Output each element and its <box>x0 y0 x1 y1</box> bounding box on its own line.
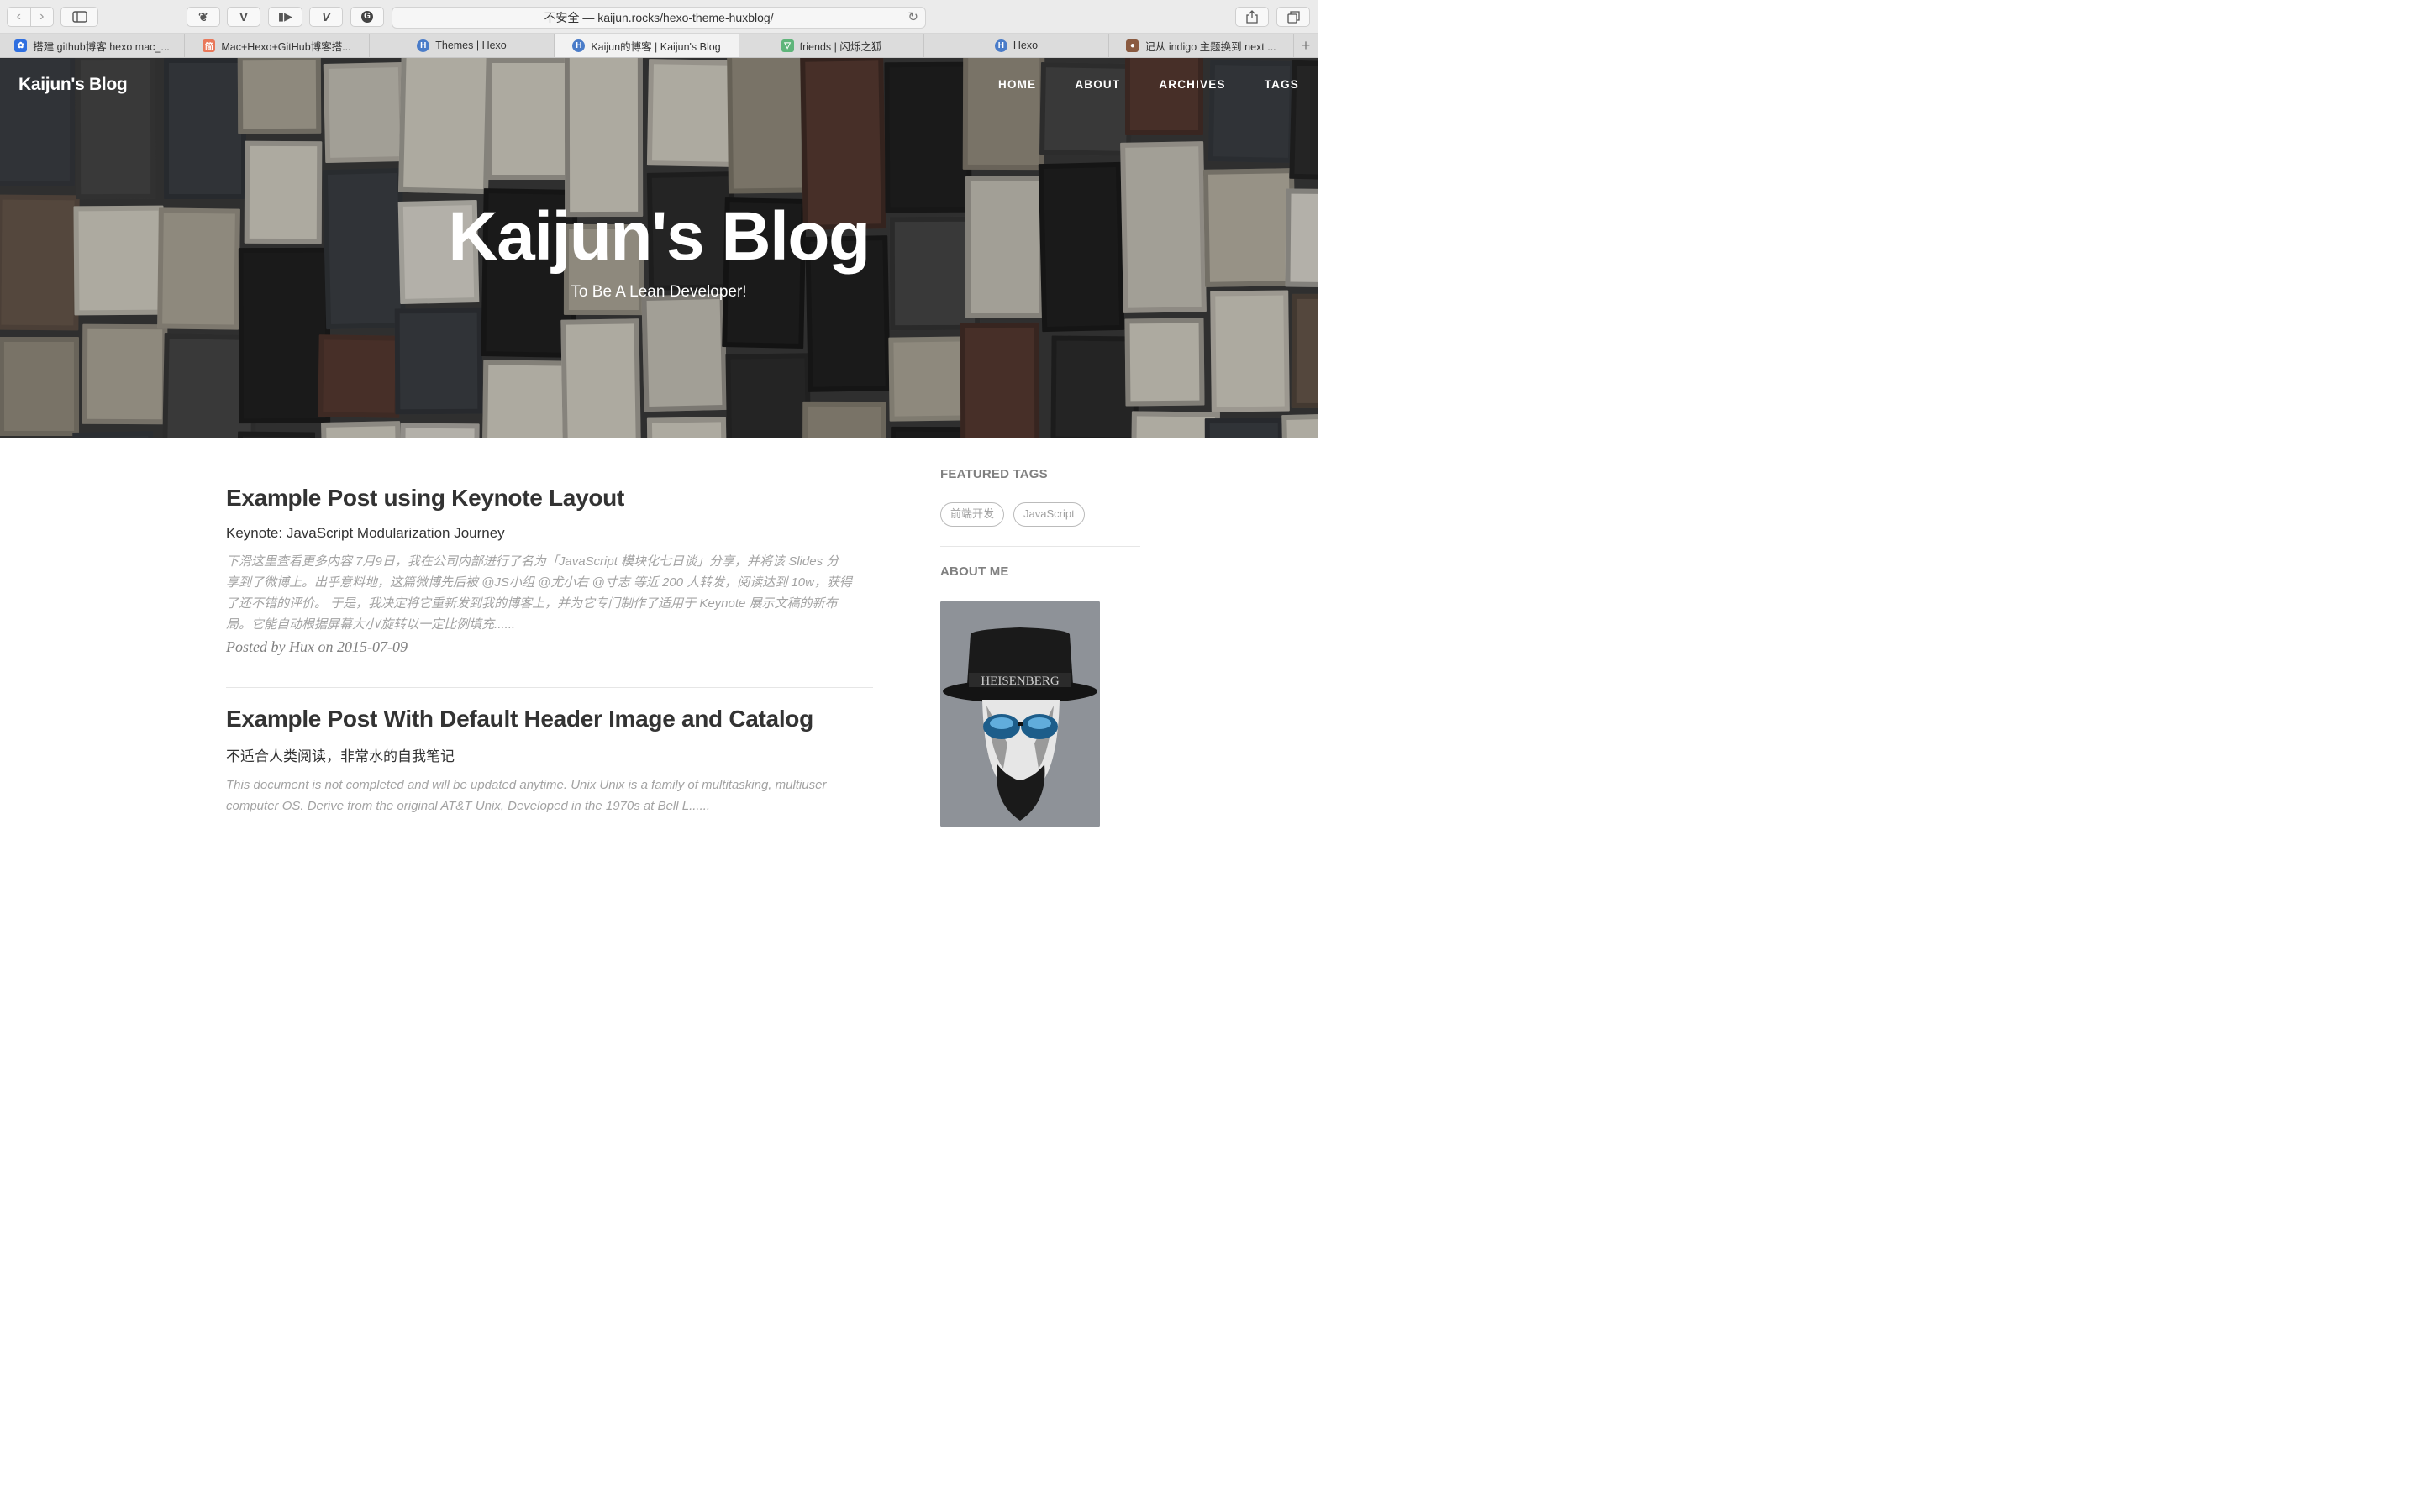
extension-button-3[interactable]: ▮▶ <box>268 7 302 27</box>
tab-label: Hexo <box>1013 39 1039 51</box>
hero-subtitle: To Be A Lean Developer! <box>571 283 747 301</box>
post-title[interactable]: Example Post using Keynote Layout <box>226 485 873 512</box>
plus-icon: + <box>1301 36 1311 54</box>
post-excerpt: This document is not completed and will … <box>226 774 873 816</box>
hero-title: Kaijun's Blog <box>448 198 871 275</box>
heisenberg-portrait-icon: HEISENBERG <box>940 601 1100 827</box>
hero-header: Kaijun's Blog HOME ABOUT ARCHIVES TAGS K… <box>0 58 1318 438</box>
extension-button-4[interactable]: V <box>309 7 343 27</box>
tag-frontend[interactable]: 前端开发 <box>940 502 1005 527</box>
tag-list: 前端开发 JavaScript <box>940 502 1140 527</box>
vimium-icon: V <box>239 9 248 24</box>
browser-tab[interactable]: H Themes | Hexo <box>370 34 555 57</box>
baidu-paw-icon: ✿ <box>14 39 28 52</box>
extension-button-2[interactable]: V <box>227 7 260 27</box>
hexo-icon: H <box>994 39 1007 52</box>
nav-archives[interactable]: ARCHIVES <box>1159 78 1225 91</box>
tab-label: Mac+Hexo+GitHub博客搭... <box>221 40 351 53</box>
tab-overview-button[interactable] <box>1276 7 1310 27</box>
address-text: 不安全 — kaijun.rocks/hexo-theme-huxblog/ <box>544 11 774 24</box>
tag-javascript[interactable]: JavaScript <box>1013 502 1085 527</box>
excerpt-line: 局。它能自动根据屏幕大小/旋转以一定比例填充...... <box>226 617 516 632</box>
site-brand[interactable]: Kaijun's Blog <box>18 75 128 95</box>
hat-band-text: HEISENBERG <box>981 675 1060 688</box>
avatar-icon: ● <box>1126 39 1139 52</box>
extension-button-5[interactable]: G <box>350 7 384 27</box>
forward-icon[interactable]: › <box>31 8 54 26</box>
browser-tab[interactable]: ● 记从 indigo 主题换到 next ... <box>1109 34 1294 57</box>
browser-tab[interactable]: H Hexo <box>924 34 1109 57</box>
hexo-icon: H <box>572 39 586 52</box>
post-preview[interactable]: Example Post With Default Header Image a… <box>226 706 873 816</box>
browser-toolbar: ‹ › ❦ V ▮▶ V G 不安全 — kaijun.rocks/hexo-t… <box>0 0 1318 34</box>
excerpt-line: computer OS. Derive from the original AT… <box>226 799 711 813</box>
hexo-icon: H <box>417 39 430 52</box>
tabs-icon <box>1286 10 1300 24</box>
browser-tab[interactable]: ▽ friends | 闪烁之狐 <box>739 34 924 57</box>
avatar: HEISENBERG <box>940 601 1100 827</box>
post-list: Example Post using Keynote Layout Keynot… <box>226 470 873 816</box>
reload-icon[interactable]: ↻ <box>908 8 918 28</box>
nav-home[interactable]: HOME <box>998 78 1036 91</box>
browser-tab[interactable]: 简 Mac+Hexo+GitHub博客搭... <box>185 34 370 57</box>
post-preview[interactable]: Example Post using Keynote Layout Keynot… <box>226 485 873 656</box>
browser-tab-active[interactable]: H Kaijun的博客 | Kaijun's Blog <box>555 34 739 57</box>
post-meta: Posted by Hux on 2015-07-09 <box>226 638 408 655</box>
sidebar: FEATURED TAGS 前端开发 JavaScript ABOUT ME H… <box>940 467 1140 827</box>
tab-label: Themes | Hexo <box>435 39 507 51</box>
excerpt-line: This document is not completed and will … <box>226 778 827 792</box>
post-subtitle[interactable]: 不适合人类阅读，非常水的自我笔记 <box>226 744 873 765</box>
address-bar[interactable]: 不安全 — kaijun.rocks/hexo-theme-huxblog/ ↻ <box>392 7 926 29</box>
nav-tags[interactable]: TAGS <box>1265 78 1299 91</box>
excerpt-line: 了还不错的评价。 于是，我决定将它重新发到我的博客上，并为它专门制作了适用于 K… <box>226 596 838 611</box>
extension-button-1[interactable]: ❦ <box>187 7 220 27</box>
back-icon[interactable]: ‹ <box>8 8 31 26</box>
grammarly-icon: G <box>361 11 373 23</box>
sidebar-icon <box>71 11 87 23</box>
share-icon <box>1246 10 1258 24</box>
post-subtitle[interactable]: Keynote: JavaScript Modularization Journ… <box>226 525 873 542</box>
new-tab-button[interactable]: + <box>1294 34 1318 57</box>
evernote-icon: ❦ <box>198 9 208 24</box>
post-divider <box>226 687 873 688</box>
tab-label: 搭建 github博客 hexo mac_... <box>33 40 170 53</box>
play-icon: ▮▶ <box>277 10 293 23</box>
main-nav: HOME ABOUT ARCHIVES TAGS <box>998 78 1299 91</box>
excerpt-line: 下滑这里查看更多内容 7月9日，我在公司内部进行了名为「JavaScript 模… <box>226 554 839 569</box>
excerpt-line: 享到了微博上。出乎意料地，这篇微博先后被 @JS小组 @尤小右 @寸志 等近 2… <box>226 575 852 590</box>
about-me-heading: ABOUT ME <box>940 564 1009 579</box>
post-title[interactable]: Example Post With Default Header Image a… <box>226 706 873 732</box>
post-excerpt: 下滑这里查看更多内容 7月9日，我在公司内部进行了名为「JavaScript 模… <box>226 551 873 635</box>
fox-icon: ▽ <box>781 39 794 52</box>
featured-tags-heading: FEATURED TAGS <box>940 467 1048 481</box>
share-button[interactable] <box>1235 7 1269 27</box>
tab-bar: ✿ 搭建 github博客 hexo mac_... 简 Mac+Hexo+Gi… <box>0 34 1318 58</box>
jianshu-icon: 简 <box>203 39 216 52</box>
check-v-icon: V <box>321 9 330 24</box>
sidebar-divider <box>940 546 1140 547</box>
back-forward-buttons[interactable]: ‹ › <box>7 7 54 27</box>
browser-tab[interactable]: ✿ 搭建 github博客 hexo mac_... <box>0 34 185 57</box>
tab-label: Kaijun的博客 | Kaijun's Blog <box>591 40 721 53</box>
tab-label: 记从 indigo 主题换到 next ... <box>1144 40 1276 53</box>
sidebar-toggle-button[interactable] <box>60 7 98 27</box>
tab-label: friends | 闪烁之狐 <box>799 40 882 53</box>
nav-about[interactable]: ABOUT <box>1075 78 1120 91</box>
